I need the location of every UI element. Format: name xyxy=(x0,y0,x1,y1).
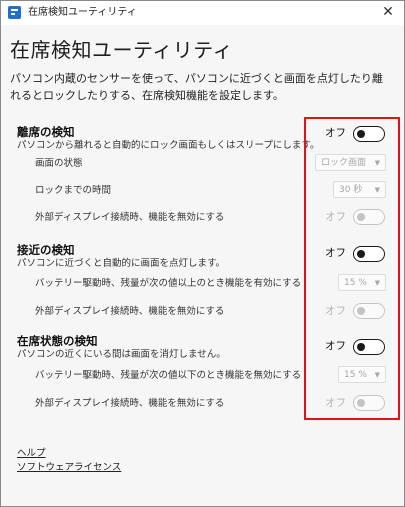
window-title: 在席検知ユーティリティ xyxy=(28,7,137,18)
page-description: パソコン内蔵のセンサーを使って、パソコンに近づくと画面を点灯したり離れるとロック… xyxy=(10,72,383,102)
presence-external-display-label: 外部ディスプレイ接続時、機能を無効にする xyxy=(35,398,225,409)
approach-external-display-label: 外部ディスプレイ接続時、機能を無効にする xyxy=(35,306,225,317)
leave-section-subtitle: パソコンから離れると自動的にロック画面もしくはスリープにします。 xyxy=(17,140,320,151)
presence-section-title: 在席状態の検知 xyxy=(17,334,98,348)
presence-battery-label: バッテリー駆動時、残量が次の値以下のとき機能を無効にする xyxy=(35,370,302,381)
help-link[interactable]: ヘルプ xyxy=(17,448,46,460)
title-bar: 在席検知ユーティリティ ✕ xyxy=(1,1,404,25)
approach-section-subtitle: パソコンに近づくと自動的に画面を点灯します。 xyxy=(17,258,226,269)
leave-external-display-label: 外部ディスプレイ接続時、機能を無効にする xyxy=(35,212,225,223)
app-window: 在席検知ユーティリティ ✕ 在席検知ユーティリティ パソコン内蔵のセンサーを使っ… xyxy=(0,0,405,507)
lock-time-label: ロックまでの時間 xyxy=(35,185,112,196)
page-title: 在席検知ユーティリティ xyxy=(10,38,234,62)
approach-section-title: 接近の検知 xyxy=(17,243,75,257)
leave-section-title: 離席の検知 xyxy=(17,125,75,139)
approach-battery-label: バッテリー駆動時、残量が次の値以上のとき機能を有効にする xyxy=(35,278,302,289)
license-link[interactable]: ソフトウェアライセンス xyxy=(17,462,121,474)
app-icon xyxy=(8,6,21,19)
screen-state-label: 画面の状態 xyxy=(35,158,83,169)
close-icon[interactable]: ✕ xyxy=(380,4,396,20)
highlight-box xyxy=(304,117,400,420)
presence-section-subtitle: パソコンの近くにいる間は画面を消灯しません。 xyxy=(17,349,226,360)
